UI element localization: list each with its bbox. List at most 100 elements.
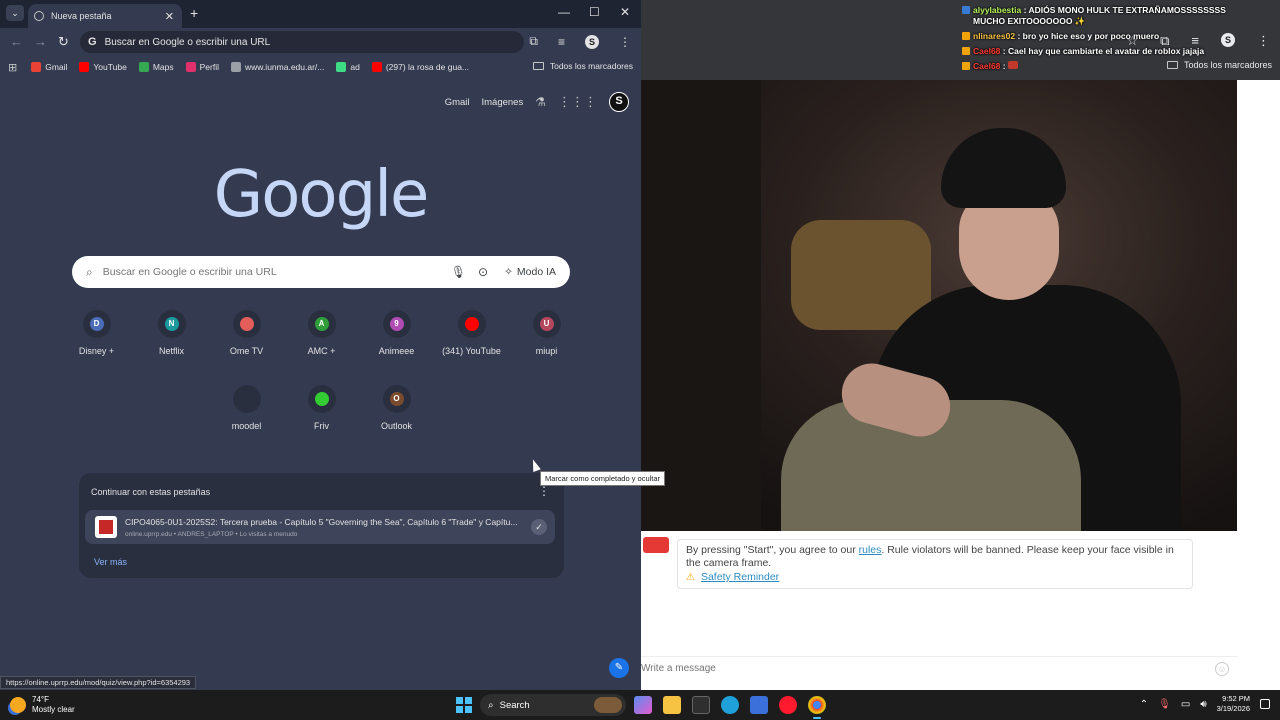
shortcut-label: AMC + [307,346,336,356]
images-link[interactable]: Imágenes [482,97,524,108]
ntp-search-input[interactable] [102,266,439,278]
shortcut-tile[interactable]: A AMC + [284,310,359,356]
google-apps-icon[interactable]: ⋮⋮⋮ [558,94,597,110]
bookmark-item[interactable]: Gmail [31,62,67,72]
chat-separator: : [1002,61,1006,71]
shortcut-tile[interactable]: (341) YouTube [434,310,509,356]
network-icon[interactable]: ▭ [1181,699,1190,710]
menu-icon[interactable]: ⋮ [619,35,631,49]
gmail-link[interactable]: Gmail [445,97,470,108]
shortcut-icon-bg [307,385,336,413]
rules-link[interactable]: rules [859,544,882,556]
edge-icon[interactable] [721,696,739,714]
omnibox[interactable]: G Buscar en Google o escribir una URL [80,31,524,53]
chat-badge-icon [962,62,970,70]
tab-close-icon[interactable]: ✕ [165,10,174,23]
chrome-taskbar-icon[interactable] [808,696,826,719]
file-explorer-icon[interactable] [663,696,681,714]
toolbar: ← → ↻ G Buscar en Google o escribir una … [0,28,641,56]
menu-icon[interactable]: ⋮ [1257,33,1270,49]
ntp-profile-avatar[interactable]: S [609,92,629,112]
message-input[interactable] [641,663,1201,674]
tab-search-icon[interactable]: ≡ [558,35,565,49]
shortcut-tile[interactable]: 9 Animeee [359,310,434,356]
rules-notice: By pressing "Start", you agree to our ru… [677,539,1193,589]
minimize-icon[interactable]: — [558,5,570,19]
customize-pencil-icon[interactable]: ✎ [609,658,629,678]
see-more-link[interactable]: Ver más [94,557,127,567]
reload-icon[interactable]: ↻ [58,34,69,50]
apps-grid-icon[interactable]: ⊞ [8,61,17,74]
back-arrow-icon[interactable]: ← [10,34,23,49]
safety-reminder-row: ⚠ Safety Reminder [686,571,1184,584]
google-lens-icon[interactable]: ⊙ [478,265,488,279]
taskbar-search[interactable]: ⌕ Search [480,694,626,716]
bookmark-item[interactable]: Maps [138,62,174,72]
chat-message: alyylabestia : ADIÓS MONO HULK TE EXTRAÑ… [962,5,1242,27]
bookmark-item[interactable]: (297) la rosa de gua... [371,62,470,72]
shortcut-icon-bg [457,310,486,338]
volume-icon[interactable]: 🔊︎ [1200,699,1206,710]
bookmark-item[interactable]: www.iunma.edu.ar/... [231,62,324,72]
shortcut-favicon-icon: 9 [389,317,404,331]
microphone-icon[interactable]: 🎙︎ [451,265,466,279]
shortcut-favicon-icon: D [89,317,104,331]
chevron-up-icon[interactable]: ⌃ [1140,699,1148,710]
checkmark-icon[interactable]: ✓ [531,519,547,535]
shortcut-tile[interactable]: D Disney + [59,310,134,356]
continue-card-title: Continuar con estas pestañas [91,487,211,497]
clock[interactable]: 9:52 PM 3/19/2026 [1217,694,1250,714]
bookmark-item[interactable]: Perfil [185,62,219,72]
ai-mode-button[interactable]: ✧ Modo IA [504,266,556,278]
shortcut-tile[interactable]: Ome TV [209,310,284,356]
ai-mode-icon: ✧ [504,266,513,278]
extensions-icon[interactable]: ⧉ [529,34,538,49]
new-tab-page: Gmail Imágenes ⚗ ⋮⋮⋮ S Google ⌕ 🎙︎ ⊙ ✧Mo… [0,78,641,690]
tab-new-tab[interactable]: Nueva pestaña ✕ [28,4,182,28]
windows-start-icon[interactable] [456,697,472,713]
opera-icon[interactable] [779,696,797,714]
shortcut-tile[interactable]: moodel [209,385,284,431]
forward-arrow-icon[interactable]: → [34,34,47,49]
shortcut-label: Friv [314,421,329,431]
maximize-icon[interactable]: ☐ [589,5,600,19]
mail-icon[interactable] [750,696,768,714]
shortcut-favicon-icon: N [164,317,179,331]
notification-icon[interactable] [1260,699,1270,709]
weather-widget[interactable]: 74°F Mostly clear [10,695,75,715]
bookmark-label: (297) la rosa de gua... [385,62,470,72]
system-tray: ⌃ 🎙︎ ▭ 🔊︎ 9:52 PM 3/19/2026 [1140,694,1270,714]
shortcut-icon-bg: O [382,385,411,413]
microphone-icon[interactable]: 🎙︎ [1158,699,1171,710]
ntp-search-box[interactable]: ⌕ 🎙︎ ⊙ ✧Modo IA [72,256,570,288]
chat-username: Cael68 [973,46,1001,56]
bookmark-item[interactable]: ad [336,62,360,72]
shortcut-tile[interactable]: O Outlook [359,385,434,431]
bookmark-item[interactable]: YouTube [79,62,127,72]
continue-tab-item[interactable]: CIPO4065-0U1-2025S2: Tercera prueba - Ca… [85,510,555,544]
card-menu-icon[interactable]: ⋮ [538,484,550,498]
chat-badge-icon [962,6,970,14]
emoji-icon[interactable]: ☺ [1215,662,1229,676]
shortcut-icon-bg: U [532,310,561,338]
close-window-icon[interactable]: ✕ [620,5,630,19]
search-icon: ⌕ [488,699,494,711]
shortcut-tile[interactable]: Friv [284,385,359,431]
bookmark-favicon-icon [231,62,241,72]
microsoft-store-icon[interactable] [692,696,710,714]
all-bookmarks-label: Todos los marcadores [549,61,633,71]
labs-flask-icon[interactable]: ⚗ [535,95,546,109]
shortcut-tile[interactable]: N Netflix [134,310,209,356]
weather-condition: Mostly clear [32,705,75,714]
chat-badge-icon [962,47,970,55]
tab-search-button[interactable]: ⌄ [6,5,24,21]
all-bookmarks[interactable]: Todos los marcadores [532,61,633,71]
shortcut-tile[interactable]: Umiupi [509,310,584,356]
chrome-window: ⌄ Nueva pestaña ✕ + — ☐ ✕ ← → ↻ G Buscar… [0,0,666,690]
new-tab-plus-icon[interactable]: + [190,5,198,21]
chat-username: nlinares02 [973,31,1016,41]
profile-avatar[interactable]: S [585,34,599,49]
copilot-icon[interactable] [634,696,652,714]
folder-icon [532,62,544,70]
safety-reminder-link[interactable]: Safety Reminder [701,571,779,584]
